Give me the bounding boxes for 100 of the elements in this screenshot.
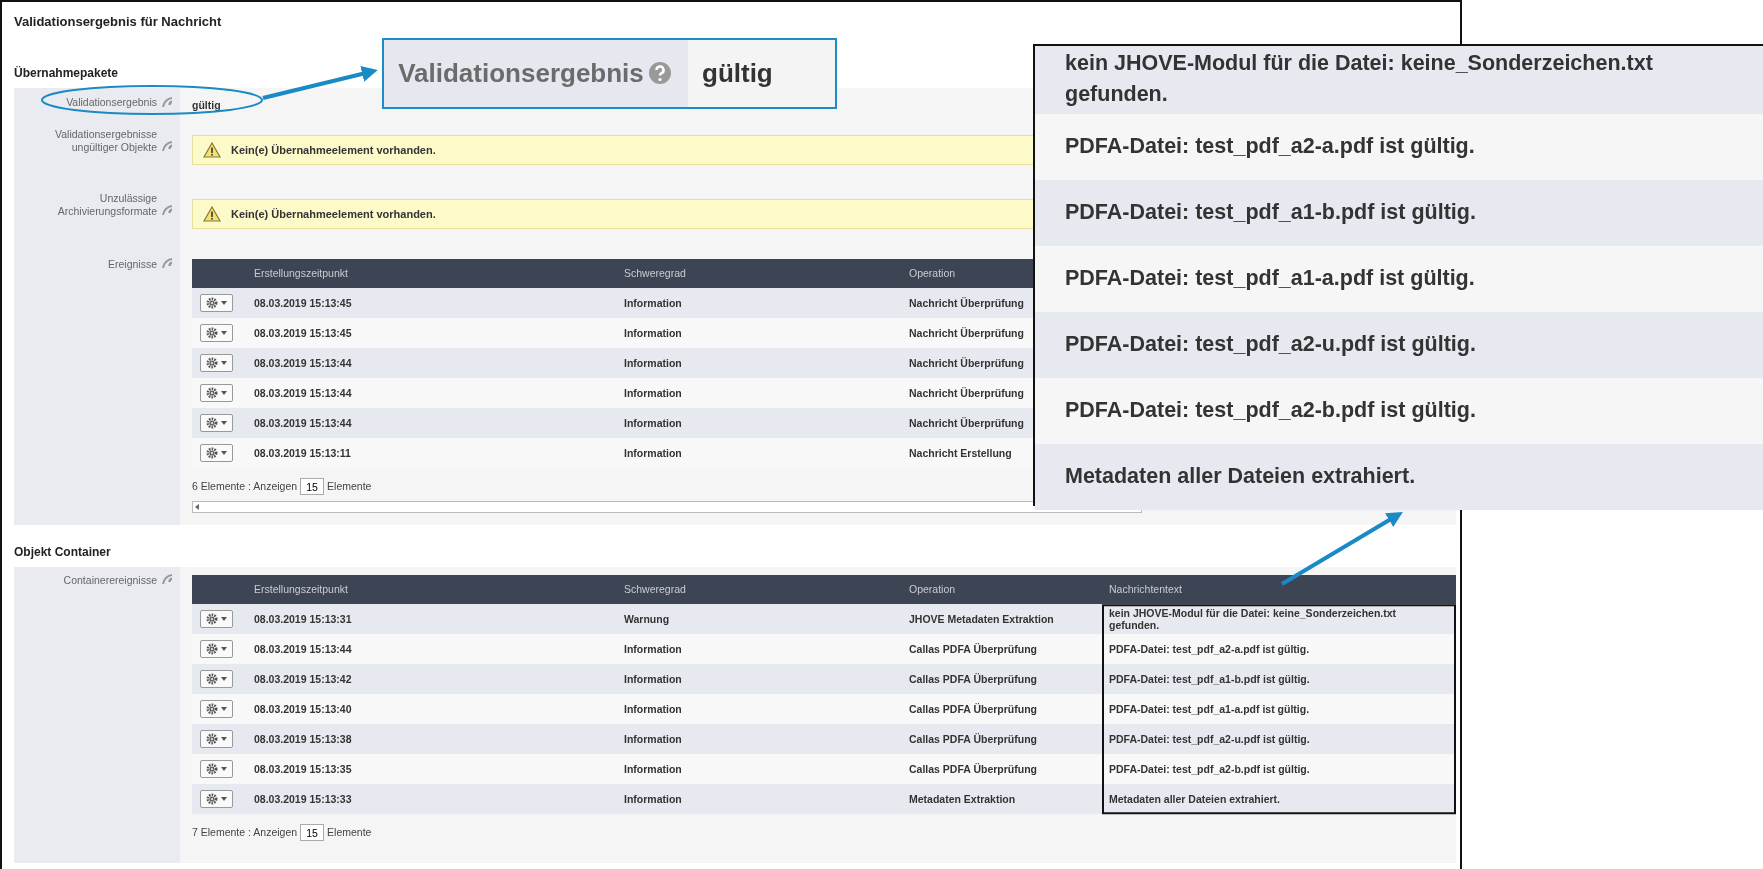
section-heading: Übernahmepakete xyxy=(14,64,119,82)
table-cell: Metadaten Extraktion xyxy=(909,793,1016,806)
row-actions-button[interactable] xyxy=(200,444,233,463)
callout-message: Metadaten aller Dateien extrahiert. xyxy=(1065,463,1416,491)
column-header: Operation xyxy=(909,266,956,279)
gear-icon xyxy=(206,793,218,806)
table-cell: Information xyxy=(624,703,682,716)
page-size-field[interactable]: 15 xyxy=(300,824,325,842)
alert-message: Kein(e) Übernahmeelement vorhanden. xyxy=(231,143,436,158)
field-label: Validationsergebnisse ungültiger Objekte xyxy=(54,128,157,154)
table-cell: Information xyxy=(624,327,682,340)
callout-message: kein JHOVE-Modul für die Datei: keine_Sonderzeichen.txt gefunden. xyxy=(1065,50,1654,109)
column-header: Erstellungszeitpunkt xyxy=(254,266,348,279)
table-cell: Information xyxy=(624,387,682,400)
gear-icon xyxy=(206,417,218,430)
table-cell: Information xyxy=(624,643,682,656)
callout-message: PDFA-Datei: test_pdf_a1-b.pdf ist gültig. xyxy=(1065,199,1476,227)
page-title: Validationsergebnis für Nachricht xyxy=(14,13,223,31)
row-actions-button[interactable] xyxy=(200,384,233,403)
gear-icon xyxy=(206,763,218,776)
table-cell: Nachricht Erstellung xyxy=(909,447,1012,460)
caret-icon xyxy=(221,391,227,396)
table-cell: 08.03.2019 15:13:44 xyxy=(254,417,352,430)
callout-message: PDFA-Datei: test_pdf_a2-u.pdf ist gültig. xyxy=(1065,331,1476,359)
field-label: Unzulässige Archivierungsformate xyxy=(56,192,157,218)
table-cell: PDFA-Datei: test_pdf_a2-a.pdf ist gültig. xyxy=(1109,643,1310,656)
field-label: Ereignisse xyxy=(107,257,157,271)
table-cell: 08.03.2019 15:13:45 xyxy=(254,327,352,340)
table-cell: 08.03.2019 15:13:44 xyxy=(254,357,352,370)
callout-message: PDFA-Datei: test_pdf_a2-b.pdf ist gültig. xyxy=(1065,397,1476,425)
table-cell: Metadaten aller Dateien extrahiert. xyxy=(1109,793,1280,806)
table-cell: 08.03.2019 15:13:31 xyxy=(254,613,352,626)
row-actions-button[interactable] xyxy=(200,670,233,689)
item-count: 7 Elemente : Anzeigen xyxy=(192,824,298,840)
table-cell: PDFA-Datei: test_pdf_a2-b.pdf ist gültig. xyxy=(1109,763,1310,776)
row-actions-button[interactable] xyxy=(200,414,233,433)
table-cell: Nachricht Überprüfung xyxy=(909,297,1024,310)
table-cell: PDFA-Datei: test_pdf_a2-u.pdf ist gültig. xyxy=(1109,733,1310,746)
table-cell: Callas PDFA Überprüfung xyxy=(909,763,1037,776)
table-cell: Information xyxy=(624,297,682,310)
table-cell: 08.03.2019 15:13:44 xyxy=(254,643,352,656)
gear-icon xyxy=(206,613,218,626)
gear-icon xyxy=(206,447,218,460)
gear-icon xyxy=(206,643,218,656)
table-cell: Callas PDFA Überprüfung xyxy=(909,643,1037,656)
caret-icon xyxy=(221,331,227,336)
table-cell: 08.03.2019 15:13:42 xyxy=(254,673,352,686)
warning-icon xyxy=(203,142,221,159)
row-actions-button[interactable] xyxy=(200,354,233,373)
caret-icon xyxy=(221,797,227,802)
field-label: Validationsergebnis xyxy=(66,95,157,109)
table-cell: 08.03.2019 15:13:40 xyxy=(254,703,352,716)
caret-icon xyxy=(221,301,227,306)
table-cell: Information xyxy=(624,673,682,686)
callout-message: PDFA-Datei: test_pdf_a2-a.pdf ist gültig. xyxy=(1065,133,1475,161)
callout-label: Validationsergebnis xyxy=(398,57,644,90)
gear-icon xyxy=(206,357,218,370)
item-unit: Elemente xyxy=(327,824,372,840)
table-cell: PDFA-Datei: test_pdf_a1-b.pdf ist gültig. xyxy=(1109,673,1310,686)
gear-icon xyxy=(206,387,218,400)
horizontal-scrollbar[interactable] xyxy=(192,501,1142,514)
table-cell: Nachricht Überprüfung xyxy=(909,327,1024,340)
table-cell: Nachricht Überprüfung xyxy=(909,387,1024,400)
column-header: Nachrichtentext xyxy=(1109,582,1182,595)
table-cell: 08.03.2019 15:13:11 xyxy=(254,447,351,460)
table-cell: Information xyxy=(624,793,682,806)
row-actions-button[interactable] xyxy=(200,294,233,313)
table-cell: Warnung xyxy=(624,613,670,626)
table-cell: Information xyxy=(624,733,682,746)
gear-icon xyxy=(206,297,218,310)
row-actions-button[interactable] xyxy=(200,610,233,629)
gear-icon xyxy=(206,327,218,340)
row-actions-button[interactable] xyxy=(200,730,233,749)
table-cell: Information xyxy=(624,447,682,460)
caret-icon xyxy=(221,361,227,366)
arrow-left-icon xyxy=(193,503,201,512)
gear-icon xyxy=(206,673,218,686)
gear-icon xyxy=(206,703,218,716)
column-header: Erstellungszeitpunkt xyxy=(254,582,348,595)
table-cell: Information xyxy=(624,417,682,430)
row-actions-button[interactable] xyxy=(200,640,233,659)
section-heading: Objekt Container xyxy=(14,544,111,562)
page-size-field[interactable]: 15 xyxy=(300,478,325,496)
row-actions-button[interactable] xyxy=(200,700,233,719)
caret-icon xyxy=(221,737,227,742)
caret-icon xyxy=(221,767,227,772)
item-count: 6 Elemente : Anzeigen xyxy=(192,478,298,494)
row-actions-button[interactable] xyxy=(200,790,233,809)
table-cell: kein JHOVE-Modul für die Datei: keine_Sonderzeichen.txt gefunden. xyxy=(1109,607,1397,632)
gear-icon xyxy=(206,733,218,746)
column-header: Schweregrad xyxy=(624,582,686,595)
table-cell: 08.03.2019 15:13:44 xyxy=(254,387,352,400)
caret-icon xyxy=(221,647,227,652)
table-cell: Information xyxy=(624,763,682,776)
table-cell: 08.03.2019 15:13:35 xyxy=(254,763,352,776)
callout-value: gültig xyxy=(702,57,773,90)
row-actions-button[interactable] xyxy=(200,324,233,343)
row-actions-button[interactable] xyxy=(200,760,233,779)
alert-message: Kein(e) Übernahmeelement vorhanden. xyxy=(231,207,436,222)
table-cell: Information xyxy=(624,357,682,370)
